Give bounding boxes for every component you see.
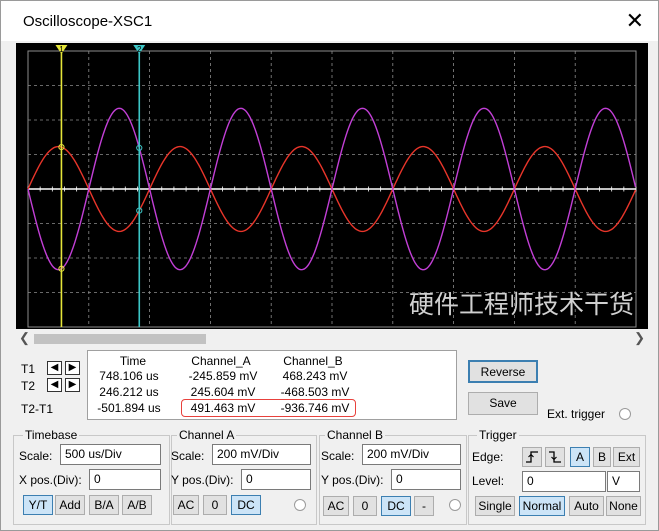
edge-label: Edge:: [472, 450, 504, 464]
ext-trigger-radio[interactable]: [619, 408, 631, 420]
t2-right-arrow-icon[interactable]: ▶: [65, 378, 80, 392]
channel-a-title: Channel A: [177, 428, 237, 442]
channel-a-scale-label: Scale:: [171, 449, 205, 463]
channel-b-ypos-input[interactable]: 0: [391, 469, 461, 490]
trigger-source-ext-button[interactable]: Ext: [613, 447, 640, 467]
scroll-left-icon[interactable]: ❮: [19, 330, 30, 346]
title-bar: Oscilloscope-XSC1 ✕: [1, 1, 658, 41]
x-pos-input[interactable]: 0: [89, 469, 161, 490]
close-icon[interactable]: ✕: [626, 7, 644, 35]
t1-channel-b: 468.243 mV: [282, 369, 348, 383]
timebase-title: Timebase: [23, 428, 80, 442]
channel-b-zero-button[interactable]: 0: [353, 496, 377, 516]
trigger-none-button[interactable]: None: [606, 496, 641, 516]
trigger-title: Trigger: [477, 428, 519, 442]
channel-b-scale-label: Scale:: [321, 449, 355, 463]
save-button[interactable]: Save: [468, 392, 538, 415]
header-channel-b: Channel_B: [283, 354, 343, 368]
t2-left-arrow-icon[interactable]: ◀: [47, 378, 62, 392]
t1-left-arrow-icon[interactable]: ◀: [47, 361, 62, 375]
scroll-right-icon[interactable]: ❯: [634, 330, 645, 346]
t2-channel-b: -468.503 mV: [280, 385, 350, 399]
channel-a-scale-input[interactable]: 200 mV/Div: [212, 444, 311, 465]
channel-a-ypos-label: Y pos.(Div):: [171, 473, 234, 487]
t1-right-arrow-icon[interactable]: ▶: [65, 361, 80, 375]
oscilloscope-window: Oscilloscope-XSC1 ✕ 12 硬件工程师技术干货 ❮ ❯ T1 …: [0, 0, 659, 531]
t1-time: 748.106 us: [99, 369, 159, 383]
channel-b-title: Channel B: [325, 428, 386, 442]
highlight-box: [181, 399, 356, 417]
trigger-source-b-button[interactable]: B: [593, 447, 611, 467]
t2-t1-label: T2-T1: [21, 402, 54, 416]
trigger-single-button[interactable]: Single: [475, 496, 515, 516]
timebase-scale-label: Scale:: [19, 449, 53, 463]
t2-t1-time: -501.894 us: [97, 401, 161, 415]
channel-b-ac-button[interactable]: AC: [323, 496, 349, 516]
t2-channel-a: 245.604 mV: [190, 385, 256, 399]
trigger-level-unit[interactable]: V: [607, 471, 640, 492]
scroll-thumb[interactable]: [34, 334, 206, 344]
window-title: Oscilloscope-XSC1: [23, 13, 153, 30]
ext-trigger-label: Ext. trigger: [547, 407, 606, 421]
cursor-t2-label: 2: [137, 45, 142, 54]
x-pos-label: X pos.(Div):: [19, 473, 82, 487]
channel-a-dc-button[interactable]: DC: [231, 495, 261, 515]
reverse-button[interactable]: Reverse: [468, 360, 538, 383]
channel-b-ypos-label: Y pos.(Div):: [321, 473, 384, 487]
timebase-scale-input[interactable]: 500 us/Div: [60, 444, 161, 465]
watermark-text: 硬件工程师技术干货: [409, 290, 634, 319]
mode-ba-button[interactable]: B/A: [89, 495, 119, 515]
channel-b-scale-input[interactable]: 200 mV/Div: [362, 444, 461, 465]
channel-b-dc-button[interactable]: DC: [381, 496, 411, 516]
trigger-auto-button[interactable]: Auto: [569, 496, 604, 516]
channel-b-invert-button[interactable]: -: [414, 496, 434, 516]
channel-a-ac-button[interactable]: AC: [173, 495, 199, 515]
header-time: Time: [119, 354, 147, 368]
cursor-lines: 12: [55, 45, 146, 327]
oscilloscope-screen[interactable]: 12 硬件工程师技术干货: [16, 43, 648, 329]
horizontal-scrollbar[interactable]: ❮ ❯: [16, 330, 648, 347]
trigger-normal-button[interactable]: Normal: [519, 496, 565, 516]
t1-channel-a: -245.859 mV: [188, 369, 258, 383]
channel-a-zero-button[interactable]: 0: [203, 495, 227, 515]
channel-a-radio[interactable]: [294, 499, 306, 511]
cursor-t1-label: 1: [59, 45, 64, 54]
trigger-level-input[interactable]: 0: [522, 471, 606, 492]
falling-edge-icon[interactable]: [545, 447, 565, 467]
channel-a-ypos-input[interactable]: 0: [241, 469, 311, 490]
mode-ab-button[interactable]: A/B: [122, 495, 152, 515]
mode-yt-button[interactable]: Y/T: [23, 495, 53, 515]
trigger-source-a-button[interactable]: A: [570, 447, 590, 467]
t2-label: T2: [21, 379, 36, 393]
header-channel-a: Channel_A: [191, 354, 251, 368]
mode-add-button[interactable]: Add: [55, 495, 85, 515]
t1-label: T1: [21, 362, 36, 376]
channel-b-radio[interactable]: [449, 499, 461, 511]
level-label: Level:: [472, 474, 505, 488]
t2-time: 246.212 us: [99, 385, 159, 399]
rising-edge-icon[interactable]: [522, 447, 542, 467]
